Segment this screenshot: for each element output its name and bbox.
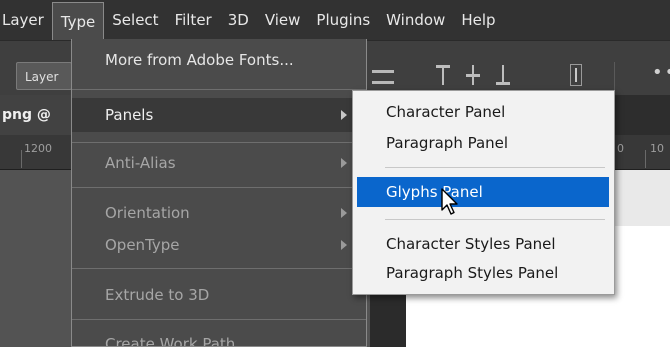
menu-separator [72, 268, 366, 269]
ellipsis-icon[interactable]: •• [652, 62, 670, 83]
submenu-item-label: Paragraph Styles Panel [386, 264, 559, 282]
menu-item-more-fonts[interactable]: More from Adobe Fonts... [72, 43, 366, 77]
menu-item-opentype[interactable]: OpenType [72, 228, 366, 262]
ruler-label: 0 [617, 142, 624, 155]
submenu-separator [385, 167, 605, 168]
type-menu: More from Adobe Fonts... Panels Anti-Ali… [71, 39, 367, 347]
submenu-item-character-styles-panel[interactable]: Character Styles Panel [357, 229, 609, 259]
menu-filter[interactable]: Filter [167, 0, 220, 40]
ruler-label: 10 [650, 142, 664, 155]
menu-separator [72, 187, 366, 188]
menu-type[interactable]: Type [51, 2, 105, 40]
submenu-item-glyphs-panel[interactable]: Glyphs Panel [357, 177, 609, 207]
menu-item-create-work-path[interactable]: Create Work Path [72, 327, 366, 347]
menu-item-label: Extrude to 3D [105, 286, 210, 304]
menu-window[interactable]: Window [378, 0, 453, 40]
submenu-arrow-icon [341, 158, 347, 168]
submenu-item-label: Character Panel [386, 103, 506, 121]
submenu-item-character-panel[interactable]: Character Panel [357, 97, 609, 127]
menu-item-label: More from Adobe Fonts... [105, 51, 294, 69]
menu-separator [72, 319, 366, 320]
menu-select[interactable]: Select [104, 0, 166, 40]
menu-3d[interactable]: 3D [220, 0, 257, 40]
menu-help[interactable]: Help [453, 0, 503, 40]
panels-submenu: Character Panel Paragraph Panel Glyphs P… [352, 90, 615, 295]
ruler-label: 1200 [24, 142, 52, 155]
layer-select-button[interactable]: Layer [16, 62, 72, 90]
submenu-arrow-icon [341, 240, 347, 250]
menu-item-extrude-3d[interactable]: Extrude to 3D [72, 278, 366, 312]
menu-view[interactable]: View [257, 0, 309, 40]
menu-item-label: Anti-Alias [105, 154, 176, 172]
toolbar-divider [614, 62, 615, 90]
submenu-arrow-icon [341, 110, 347, 120]
submenu-item-paragraph-styles-panel[interactable]: Paragraph Styles Panel [357, 258, 609, 288]
document-tab[interactable]: png @ [0, 95, 72, 135]
submenu-item-label: Paragraph Panel [386, 134, 509, 152]
menu-bar: Layer Type Select Filter 3D View Plugins… [0, 0, 670, 40]
submenu-separator [385, 219, 605, 220]
align-middle-icon[interactable] [466, 65, 480, 85]
submenu-item-paragraph-panel[interactable]: Paragraph Panel [357, 128, 609, 158]
menu-separator [72, 89, 366, 90]
submenu-item-label: Glyphs Panel [386, 183, 483, 201]
menu-separator [72, 142, 366, 143]
submenu-item-label: Character Styles Panel [386, 235, 556, 253]
mouse-pointer-icon [441, 188, 458, 215]
menu-item-label: Orientation [105, 204, 190, 222]
submenu-arrow-icon [341, 208, 347, 218]
menu-item-label: Create Work Path [105, 335, 236, 347]
ruler-tick [21, 150, 22, 168]
align-bottom-icon[interactable] [496, 65, 510, 85]
align-top-icon[interactable] [436, 65, 450, 85]
menu-item-label: OpenType [105, 236, 180, 254]
menu-item-orientation[interactable]: Orientation [72, 196, 366, 230]
menu-item-panels[interactable]: Panels [72, 98, 366, 132]
menu-item-anti-alias[interactable]: Anti-Alias [72, 146, 366, 180]
menu-item-label: Panels [105, 106, 154, 124]
menu-layer[interactable]: Layer [0, 0, 52, 40]
distribute-icon[interactable] [570, 64, 582, 86]
align-icon[interactable] [372, 70, 394, 84]
menu-plugins[interactable]: Plugins [308, 0, 378, 40]
ruler-tick [645, 150, 646, 168]
